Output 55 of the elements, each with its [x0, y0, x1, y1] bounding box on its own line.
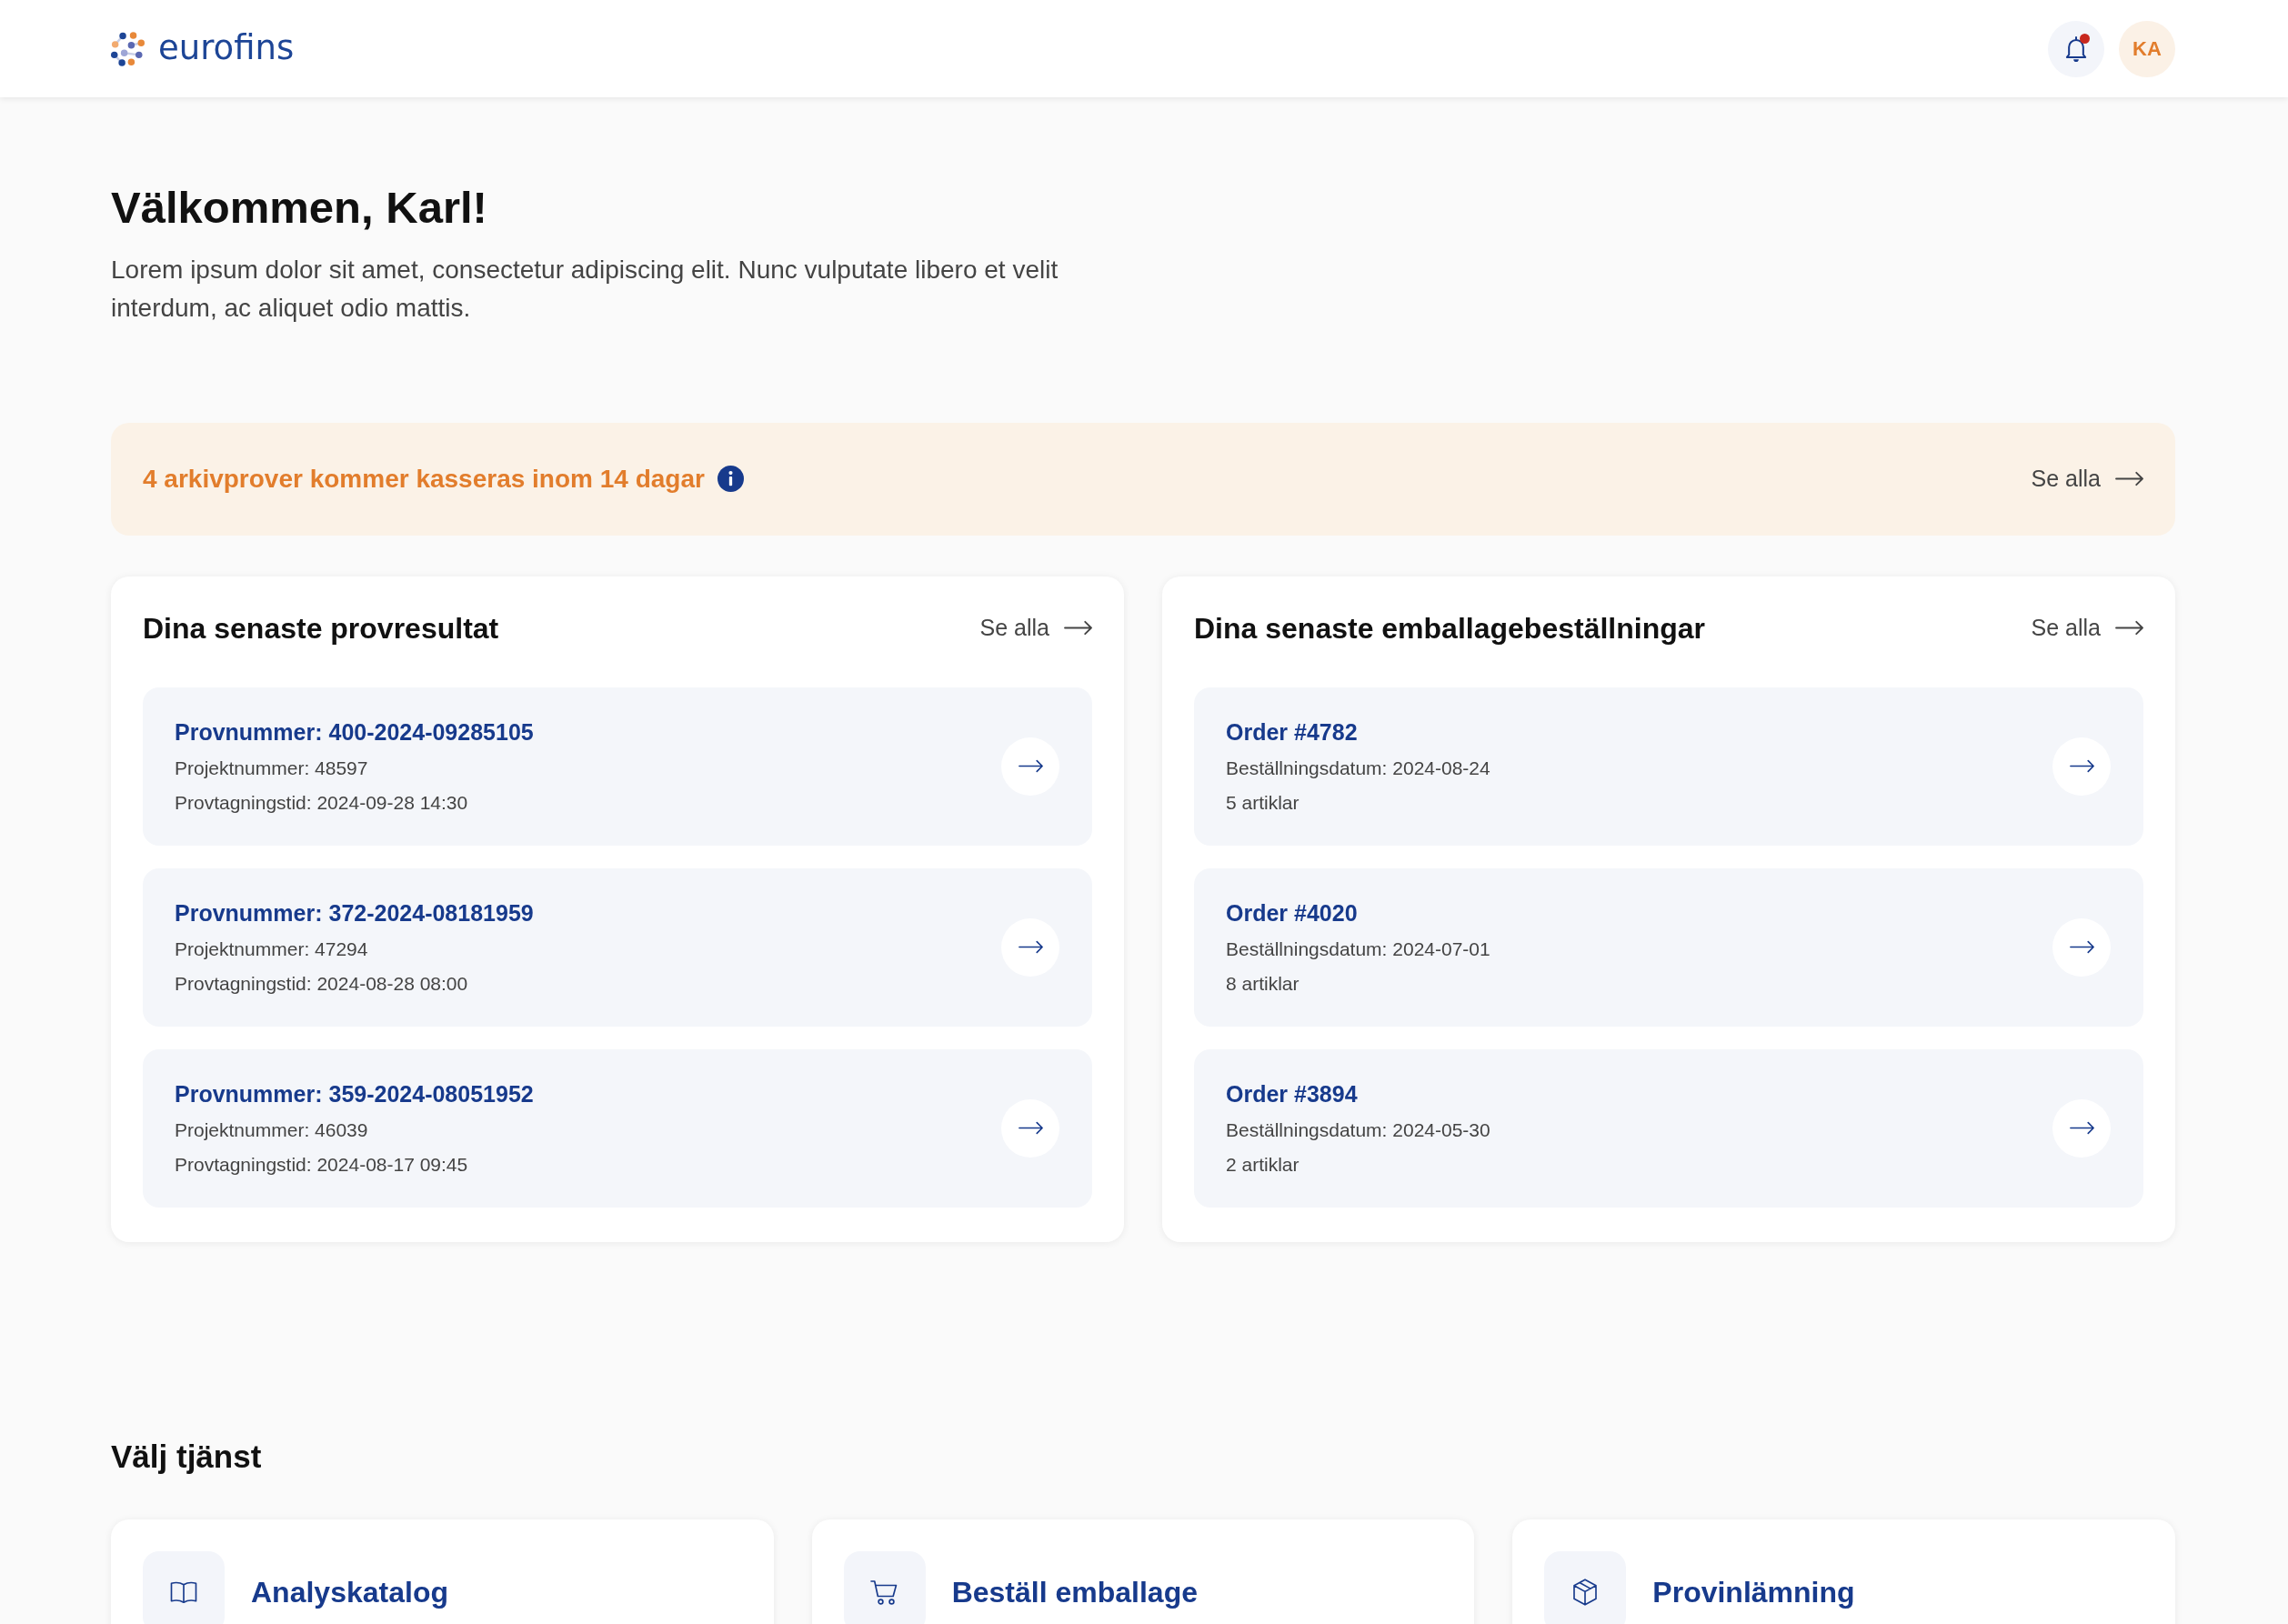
cart-icon — [843, 1550, 926, 1624]
section-heading: Välj tjänst — [111, 1437, 263, 1476]
see-all-link[interactable]: Se alla — [2031, 462, 2143, 496]
item-detail: Projektnummer: 47294 — [175, 937, 369, 961]
item-detail: Provtagningstid: 2024-09-28 14:30 — [175, 790, 469, 815]
card-title: Dina senaste emballagebeställningar — [1194, 610, 1705, 646]
item-title: Order #4020 — [1226, 898, 1359, 927]
service-title: Beställ emballage — [951, 1574, 1198, 1610]
arrow-right-icon — [1018, 759, 1043, 774]
logo-dots-icon — [111, 31, 145, 66]
item-title: Provnummer: 400-2024-09285105 — [175, 717, 534, 746]
item-detail: 2 artiklar — [1226, 1152, 1300, 1177]
item-detail: 5 artiklar — [1226, 790, 1300, 815]
service-card[interactable]: Beställ emballage — [811, 1519, 1475, 1624]
box-icon — [1544, 1550, 1627, 1624]
item-title: Order #4782 — [1226, 717, 1359, 746]
logo-link[interactable]: eurofins — [111, 30, 295, 67]
item-detail: Provtagningstid: 2024-08-28 08:00 — [175, 971, 469, 996]
service-title: Analyskatalog — [251, 1574, 448, 1610]
bell-icon — [2065, 35, 2087, 62]
item-detail: Provtagningstid: 2024-08-17 09:45 — [175, 1152, 469, 1177]
arrow-right-icon — [1018, 940, 1043, 955]
info-icon — [717, 466, 744, 493]
service-card[interactable]: Analyskatalog — [111, 1519, 774, 1624]
item-detail: Beställningsdatum: 2024-07-01 — [1226, 937, 1490, 961]
list-item[interactable]: Provnummer: 400-2024-09285105 Projektnummer: 48597 Provtagningstid: 2024-09-28 14:30 — [143, 687, 1092, 846]
intro-text: Lorem ipsum dolor sit amet, consectetur adipiscing elit. Nunc vulputate libero et velit interdum, ac aliquet odio mattis. — [111, 254, 1059, 324]
arrow-right-icon — [2069, 940, 2094, 955]
item-detail: Projektnummer: 48597 — [175, 756, 369, 780]
item-detail: Projektnummer: 46039 — [175, 1118, 369, 1142]
card-title: Dina senaste provresultat — [143, 610, 499, 646]
alert-text: 4 arkivprover kommer kasseras inom 14 dagar — [143, 463, 705, 495]
service-title: Provinlämning — [1652, 1574, 1855, 1610]
see-all-link[interactable]: Se alla — [979, 611, 1092, 646]
arrow-right-icon — [2069, 759, 2094, 774]
welcome-heading: Välkommen, Karl! — [111, 182, 488, 234]
arrow-right-icon — [1064, 620, 1092, 637]
arrow-right-icon — [1018, 1121, 1043, 1136]
list-item[interactable]: Provnummer: 372-2024-08181959 Projektnummer: 47294 Provtagningstid: 2024-08-28 08:00 — [143, 867, 1092, 1027]
book-icon — [143, 1550, 225, 1624]
arrow-right-icon — [2115, 471, 2143, 487]
item-title: Provnummer: 372-2024-08181959 — [175, 898, 534, 927]
item-detail: Beställningsdatum: 2024-05-30 — [1226, 1118, 1490, 1142]
item-title: Order #3894 — [1226, 1079, 1359, 1108]
service-card[interactable]: Provinlämning — [1512, 1519, 2175, 1624]
list-item[interactable]: Order #4782 Beställningsdatum: 2024-08-24 5 artiklar — [1194, 687, 2143, 846]
item-detail: 8 artiklar — [1226, 971, 1300, 996]
list-item[interactable]: Order #4020 Beställningsdatum: 2024-07-01 8 artiklar — [1194, 867, 2143, 1027]
see-all-link[interactable]: Se alla — [2031, 611, 2143, 646]
item-title: Provnummer: 359-2024-08051952 — [175, 1079, 534, 1108]
list-item[interactable]: Order #3894 Beställningsdatum: 2024-05-30 2 artiklar — [1194, 1048, 2143, 1208]
item-detail: Beställningsdatum: 2024-08-24 — [1226, 756, 1490, 780]
list-item[interactable]: Provnummer: 359-2024-08051952 Projektnummer: 46039 Provtagningstid: 2024-08-17 09:45 — [143, 1048, 1092, 1208]
arrow-right-icon — [2069, 1121, 2094, 1136]
arrow-right-icon — [2115, 620, 2143, 637]
